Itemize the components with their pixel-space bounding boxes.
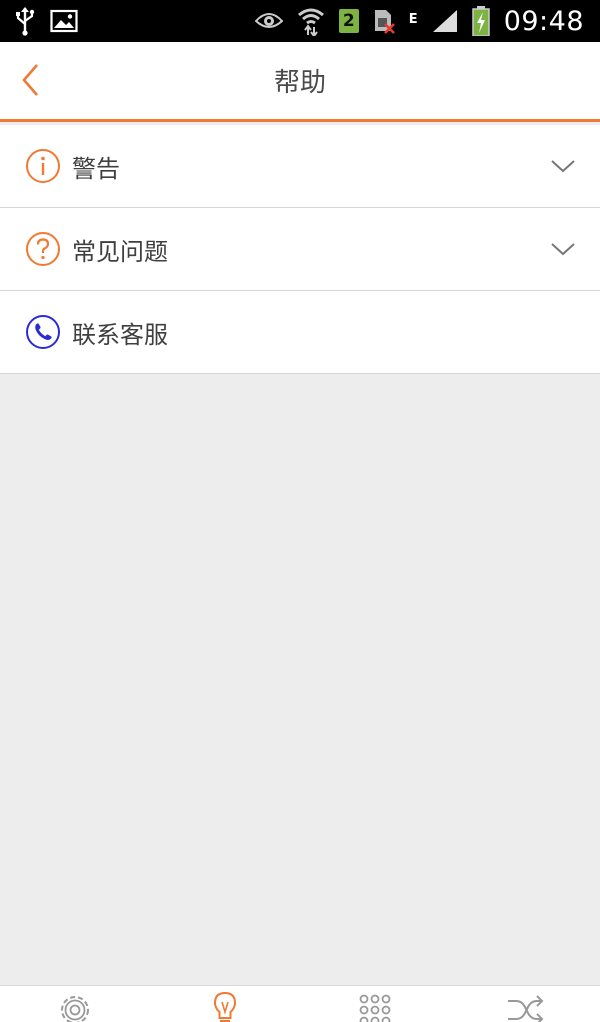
status-bar: 2 E 09:48 xyxy=(0,0,600,42)
tab-apps[interactable] xyxy=(300,986,450,1022)
menu-item-warning[interactable]: 警告 xyxy=(0,125,600,208)
tab-settings[interactable] xyxy=(0,986,150,1022)
signal-icon xyxy=(432,9,458,33)
app-header: 帮助 xyxy=(0,42,600,122)
status-time: 09:48 xyxy=(503,5,584,37)
eye-icon xyxy=(254,11,283,31)
shuffle-icon xyxy=(505,990,545,1022)
info-circle-icon xyxy=(25,148,61,184)
back-button[interactable] xyxy=(12,62,48,102)
help-menu-list: 警告 常见问题 联系客服 xyxy=(0,125,600,374)
chevron-down-icon xyxy=(548,151,578,181)
grid-icon xyxy=(356,990,394,1022)
bottom-tab-bar xyxy=(0,985,600,1022)
chevron-down-icon xyxy=(548,234,578,264)
tab-shuffle[interactable] xyxy=(450,986,600,1022)
status-bar-right: 2 E 09:48 xyxy=(254,5,584,37)
sim-slot-badge: 2 xyxy=(338,9,359,33)
chevron-left-icon xyxy=(19,62,41,102)
battery-charging-icon xyxy=(471,6,490,36)
question-circle-icon xyxy=(25,231,61,267)
menu-item-contact-support[interactable]: 联系客服 xyxy=(0,291,600,374)
menu-item-label: 联系客服 xyxy=(72,320,168,349)
sim-icon xyxy=(373,8,395,34)
lightbulb-icon xyxy=(212,990,238,1022)
wifi-icon xyxy=(297,6,325,36)
status-bar-left xyxy=(14,6,78,36)
menu-item-faq[interactable]: 常见问题 xyxy=(0,208,600,291)
network-type: E xyxy=(408,11,418,27)
phone-circle-icon xyxy=(25,314,61,350)
page-title: 帮助 xyxy=(273,68,326,98)
tab-help[interactable] xyxy=(150,986,300,1022)
usb-icon xyxy=(14,6,36,36)
gear-icon xyxy=(56,990,94,1022)
image-icon xyxy=(50,9,78,33)
menu-item-label: 常见问题 xyxy=(72,237,168,266)
menu-item-label: 警告 xyxy=(72,154,120,183)
